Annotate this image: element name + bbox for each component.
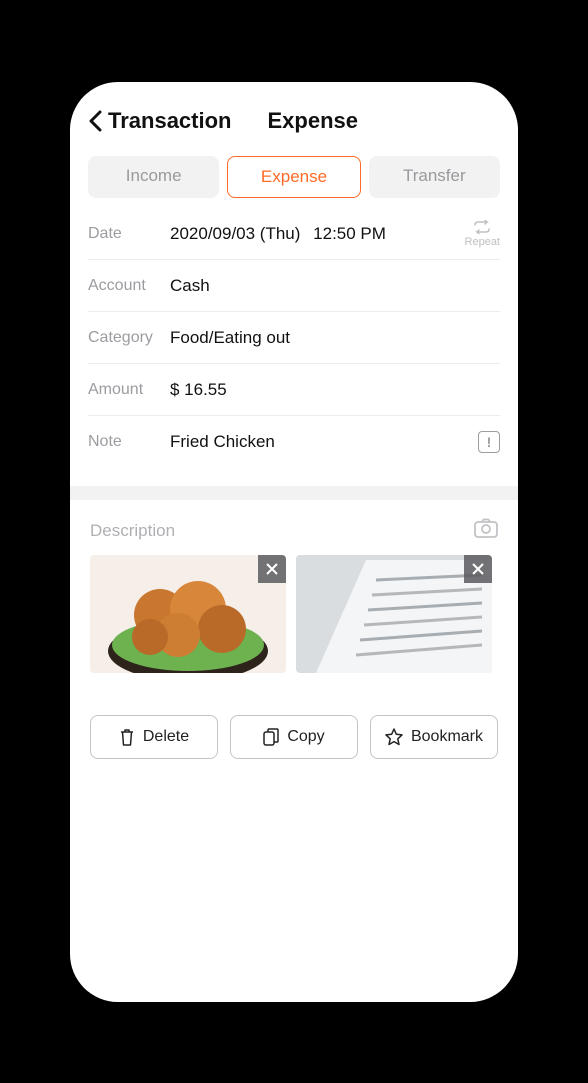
camera-icon	[474, 518, 498, 538]
field-label: Category	[88, 329, 170, 347]
description-header: Description	[70, 500, 518, 555]
attachment-thumbnails	[70, 555, 518, 673]
button-label: Delete	[143, 728, 189, 746]
close-icon	[265, 562, 279, 576]
remove-attachment-button[interactable]	[464, 555, 492, 583]
field-date[interactable]: Date 2020/09/03 (Thu) 12:50 PM Repeat	[88, 208, 500, 260]
remove-attachment-button[interactable]	[258, 555, 286, 583]
field-value: 2020/09/03 (Thu) 12:50 PM	[170, 224, 465, 244]
action-bar: Delete Copy Bookmark	[70, 715, 518, 759]
field-amount[interactable]: Amount $ 16.55	[88, 364, 500, 416]
phone-frame: Transaction Expense Income Expense Trans…	[70, 82, 518, 1002]
repeat-label: Repeat	[465, 236, 500, 248]
back-button[interactable]: Transaction	[88, 108, 231, 134]
field-label: Date	[88, 225, 170, 243]
button-label: Copy	[287, 728, 324, 746]
close-icon	[471, 562, 485, 576]
star-icon	[385, 728, 403, 746]
type-tabs: Income Expense Transfer	[70, 156, 518, 198]
repeat-button[interactable]: Repeat	[465, 220, 500, 248]
back-label: Transaction	[108, 108, 231, 134]
field-value: Food/Eating out	[170, 328, 500, 348]
header: Transaction Expense	[70, 82, 518, 144]
attachment-food-photo[interactable]	[90, 555, 286, 673]
note-info-icon[interactable]: !	[478, 431, 500, 453]
page-title: Expense	[267, 108, 358, 134]
trash-icon	[119, 728, 135, 746]
field-label: Amount	[88, 381, 170, 399]
tab-transfer[interactable]: Transfer	[369, 156, 500, 198]
field-label: Note	[88, 433, 170, 451]
copy-button[interactable]: Copy	[230, 715, 358, 759]
field-value: Cash	[170, 276, 500, 296]
date-value: 2020/09/03 (Thu)	[170, 224, 300, 243]
tab-income[interactable]: Income	[88, 156, 219, 198]
field-value: Fried Chicken	[170, 432, 478, 452]
food-photo-placeholder	[90, 555, 286, 673]
field-value: $ 16.55	[170, 380, 500, 400]
description-label: Description	[90, 521, 175, 541]
chevron-left-icon	[88, 110, 102, 132]
repeat-icon	[472, 220, 492, 234]
button-label: Bookmark	[411, 728, 483, 746]
field-category[interactable]: Category Food/Eating out	[88, 312, 500, 364]
attachment-receipt-photo[interactable]	[296, 555, 492, 673]
field-label: Account	[88, 277, 170, 295]
delete-button[interactable]: Delete	[90, 715, 218, 759]
camera-button[interactable]	[474, 518, 498, 543]
receipt-photo-placeholder	[296, 555, 492, 673]
fields: Date 2020/09/03 (Thu) 12:50 PM Repeat Ac…	[70, 198, 518, 468]
tab-expense[interactable]: Expense	[227, 156, 360, 198]
time-value: 12:50 PM	[313, 224, 386, 243]
section-divider	[70, 486, 518, 500]
copy-icon	[263, 728, 279, 746]
bookmark-button[interactable]: Bookmark	[370, 715, 498, 759]
field-note[interactable]: Note Fried Chicken !	[88, 416, 500, 468]
field-account[interactable]: Account Cash	[88, 260, 500, 312]
